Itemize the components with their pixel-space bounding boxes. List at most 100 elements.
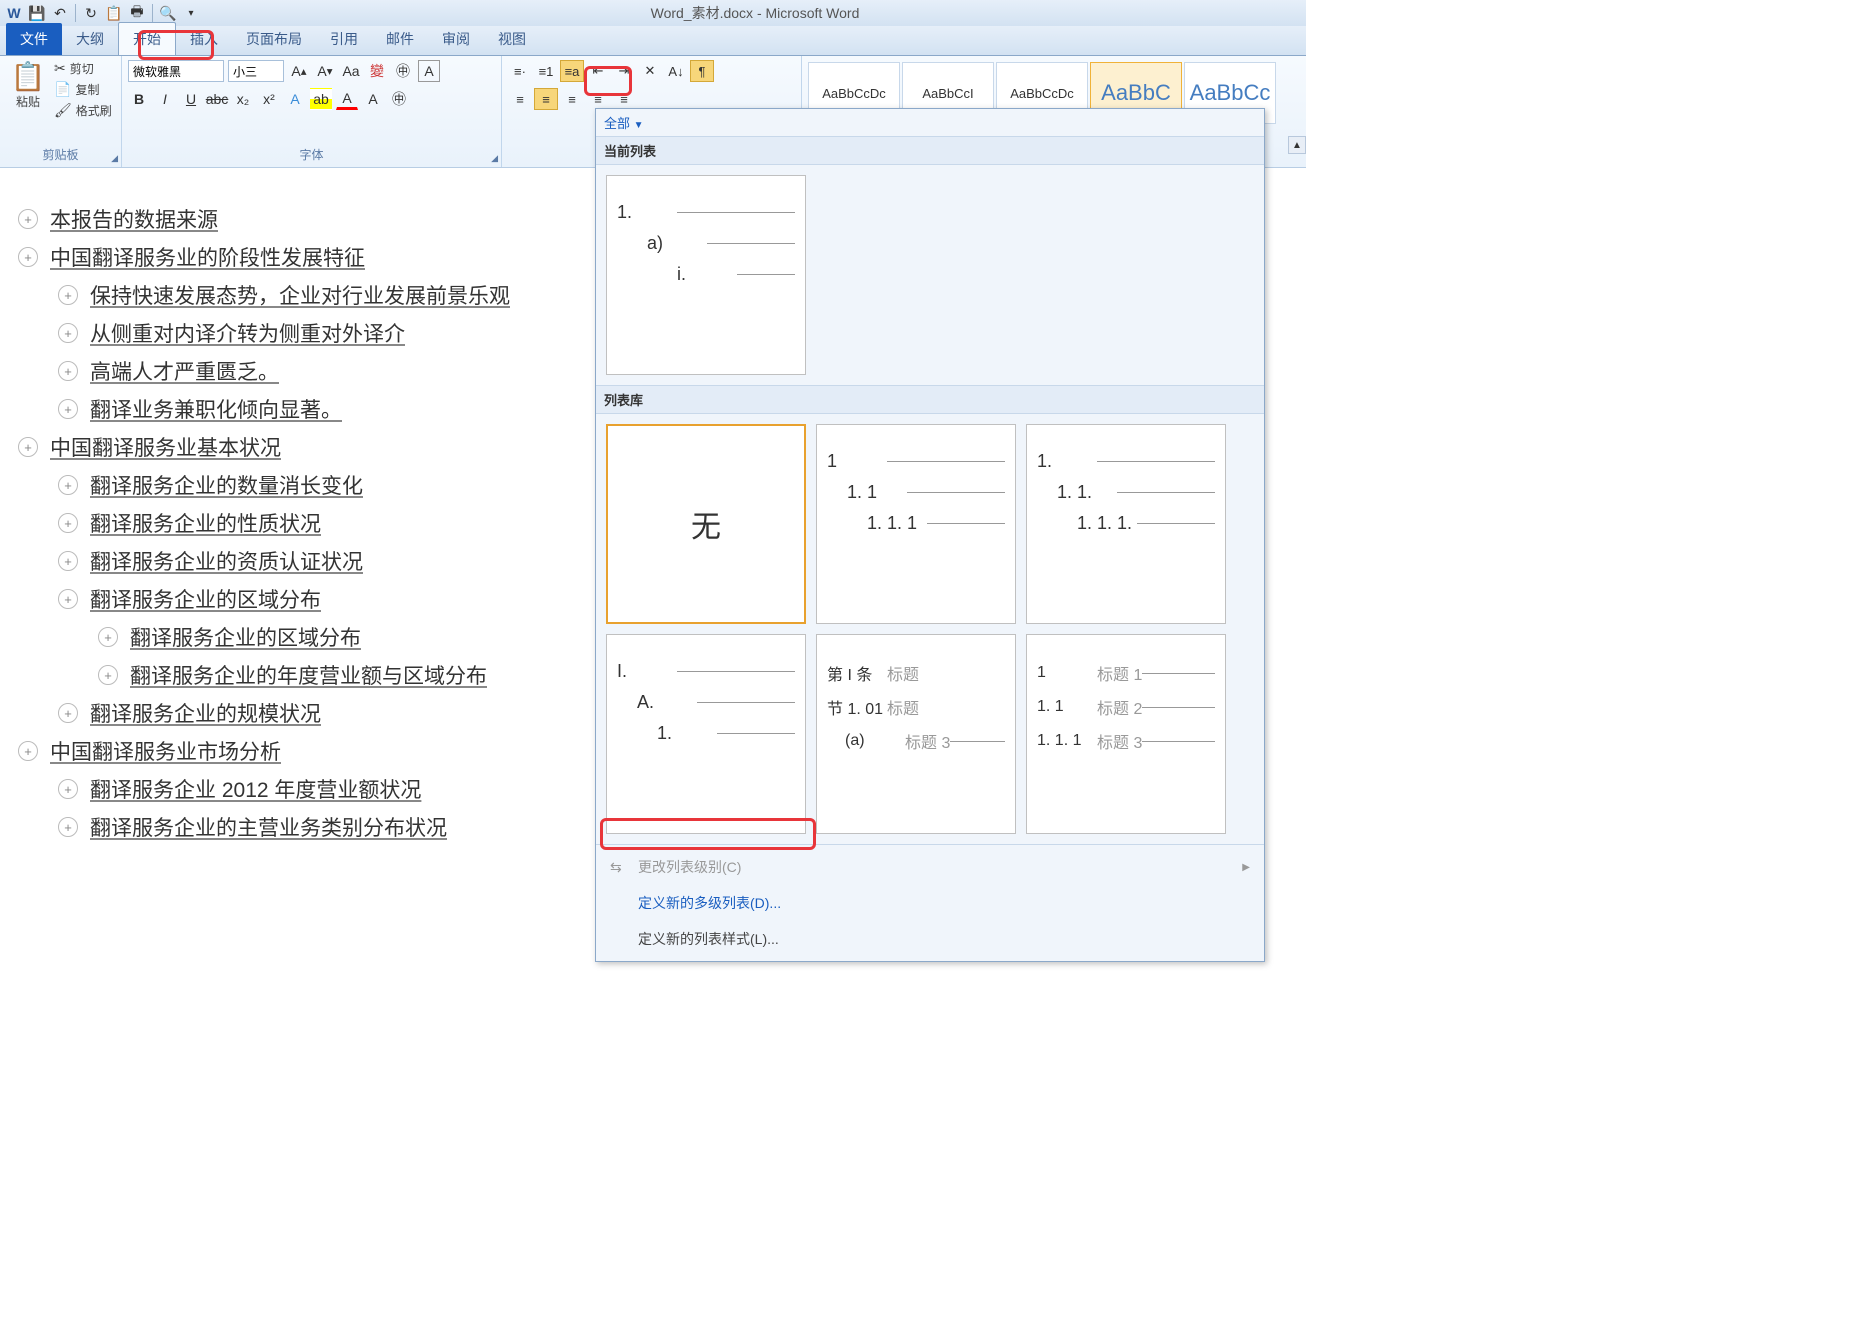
superscript-button[interactable]: x² <box>258 88 280 110</box>
dialog-launcher-icon[interactable]: ◢ <box>111 153 118 164</box>
tab-file[interactable]: 文件 <box>6 23 62 55</box>
enclose-char-button[interactable]: ㊥ <box>388 88 410 110</box>
change-case-button[interactable]: Aa <box>340 60 362 82</box>
outline-item[interactable]: +翻译业务兼职化倾向显著。 <box>58 394 578 424</box>
expand-icon[interactable]: + <box>58 779 78 799</box>
list-style-4[interactable]: I. A. 1. <box>606 634 806 834</box>
list-style-6[interactable]: 1标题 1 1. 1标题 2 1. 1. 1标题 3 <box>1026 634 1226 834</box>
subscript-button[interactable]: x₂ <box>232 88 254 110</box>
tab-references[interactable]: 引用 <box>316 23 372 55</box>
copy-button[interactable]: 📄复制 <box>54 81 112 98</box>
outline-item[interactable]: +高端人才严重匮乏。 <box>58 356 578 386</box>
underline-button[interactable]: U <box>180 88 202 110</box>
font-ruby-button[interactable]: ㊥ <box>392 60 414 82</box>
outline-item[interactable]: +翻译服务企业的区域分布 <box>58 584 578 614</box>
list-none[interactable]: 无 <box>606 424 806 624</box>
asian-layout-button[interactable]: ✕ <box>638 60 662 82</box>
outline-item[interactable]: +翻译服务企业的主营业务类别分布状况 <box>58 812 578 842</box>
define-new-multilevel-list[interactable]: 定义新的多级列表(D)... <box>596 885 1264 921</box>
bold-button[interactable]: B <box>128 88 150 110</box>
increase-indent-button[interactable]: ⇥ <box>612 60 636 82</box>
dropdown-filter-all[interactable]: 全部 ▼ <box>596 109 1264 136</box>
grow-font-button[interactable]: A▴ <box>288 60 310 82</box>
font-name-input[interactable] <box>128 60 224 82</box>
expand-icon[interactable]: + <box>98 627 118 647</box>
font-color-button[interactable]: A <box>336 88 358 110</box>
undo-icon[interactable]: ↶ <box>50 3 70 23</box>
outline-item[interactable]: +翻译服务企业的年度营业额与区域分布 <box>98 660 578 690</box>
char-shading-button[interactable]: A <box>362 88 384 110</box>
expand-icon[interactable]: + <box>58 475 78 495</box>
define-new-list-style[interactable]: 定义新的列表样式(L)... <box>596 921 1264 957</box>
outline-item[interactable]: +中国翻译服务业基本状况 <box>18 432 578 462</box>
outline-text: 翻译服务企业的资质认证状况 <box>90 546 363 576</box>
bullets-button[interactable]: ≡· <box>508 60 532 82</box>
char-border-button[interactable]: A <box>418 60 440 82</box>
outline-item[interactable]: +翻译服务企业的规模状况 <box>58 698 578 728</box>
expand-icon[interactable]: + <box>58 323 78 343</box>
outline-item[interactable]: +保持快速发展态势，企业对行业发展前景乐观 <box>58 280 578 310</box>
paste-button[interactable]: 📋 粘贴 <box>6 60 50 119</box>
scroll-up-button[interactable]: ▲ <box>1288 136 1306 154</box>
expand-icon[interactable]: + <box>58 513 78 533</box>
expand-icon[interactable]: + <box>58 817 78 837</box>
current-list-preview[interactable]: 1. a) i. <box>606 175 806 375</box>
phonetic-button[interactable]: 變 <box>366 60 388 82</box>
highlight-button[interactable]: ab <box>310 88 332 110</box>
expand-icon[interactable]: + <box>58 285 78 305</box>
tab-layout[interactable]: 页面布局 <box>232 23 316 55</box>
expand-icon[interactable]: + <box>58 703 78 723</box>
outline-item[interactable]: +从侧重对内译介转为侧重对外译介 <box>58 318 578 348</box>
tab-insert[interactable]: 插入 <box>176 23 232 55</box>
format-painter-button[interactable]: 🖌格式刷 <box>54 102 112 119</box>
list-style-3[interactable]: 1. 1. 1. 1. 1. 1. <box>1026 424 1226 624</box>
expand-icon[interactable]: + <box>58 399 78 419</box>
outline-item[interactable]: +中国翻译服务业市场分析 <box>18 736 578 766</box>
outline-item[interactable]: + 翻译服务企业的资质认证状况 <box>58 546 578 576</box>
cut-button[interactable]: ✂剪切 <box>54 60 112 77</box>
expand-icon[interactable]: + <box>98 665 118 685</box>
outline-item[interactable]: +翻译服务企业 2012 年度营业额状况 <box>58 774 578 804</box>
outline-item[interactable]: +本报告的数据来源 <box>18 204 578 234</box>
outline-item[interactable]: +翻译服务企业的数量消长变化 <box>58 470 578 500</box>
multilevel-list-button[interactable]: ≡a <box>560 60 584 82</box>
outline-item[interactable]: +翻译服务企业的性质状况 <box>58 508 578 538</box>
expand-icon[interactable]: + <box>58 361 78 381</box>
expand-icon[interactable]: + <box>58 589 78 609</box>
redo-icon[interactable]: ↻ <box>81 3 101 23</box>
tab-view[interactable]: 视图 <box>484 23 540 55</box>
show-marks-button[interactable]: ¶ <box>690 60 714 82</box>
text-effects-button[interactable]: A <box>284 88 306 110</box>
decrease-indent-button[interactable]: ⇤ <box>586 60 610 82</box>
dialog-launcher-icon[interactable]: ◢ <box>491 153 498 164</box>
font-size-input[interactable] <box>228 60 284 82</box>
outline-item[interactable]: +翻译服务企业的区域分布 <box>98 622 578 652</box>
expand-icon[interactable]: + <box>18 209 38 229</box>
tab-home[interactable]: 开始 <box>118 22 176 55</box>
expand-icon[interactable]: + <box>18 247 38 267</box>
italic-button[interactable]: I <box>154 88 176 110</box>
paste-qat-icon[interactable]: 📋 <box>104 3 124 23</box>
tab-outline[interactable]: 大纲 <box>62 23 118 55</box>
sort-button[interactable]: A↓ <box>664 60 688 82</box>
expand-icon[interactable]: + <box>18 741 38 761</box>
list-style-5[interactable]: 第 I 条标题 节 1. 01标题 (a)标题 3 <box>816 634 1016 834</box>
expand-icon[interactable]: + <box>58 551 78 571</box>
justify-button[interactable]: ≡ <box>586 88 610 110</box>
numbering-button[interactable]: ≡1 <box>534 60 558 82</box>
align-right-button[interactable]: ≡ <box>560 88 584 110</box>
save-icon[interactable]: 💾 <box>27 3 47 23</box>
distribute-button[interactable]: ≡ <box>612 88 636 110</box>
list-style-2[interactable]: 1 1. 1 1. 1. 1 <box>816 424 1016 624</box>
tab-mailings[interactable]: 邮件 <box>372 23 428 55</box>
align-left-button[interactable]: ≡ <box>508 88 532 110</box>
expand-icon[interactable]: + <box>18 437 38 457</box>
print-icon[interactable]: 🖶 <box>127 3 147 23</box>
align-center-button[interactable]: ≡ <box>534 88 558 110</box>
outline-item[interactable]: +中国翻译服务业的阶段性发展特征 <box>18 242 578 272</box>
preview-icon[interactable]: 🔍 <box>158 3 178 23</box>
shrink-font-button[interactable]: A▾ <box>314 60 336 82</box>
qat-more-icon[interactable]: ▾ <box>181 3 201 23</box>
tab-review[interactable]: 审阅 <box>428 23 484 55</box>
strikethrough-button[interactable]: abc <box>206 88 228 110</box>
